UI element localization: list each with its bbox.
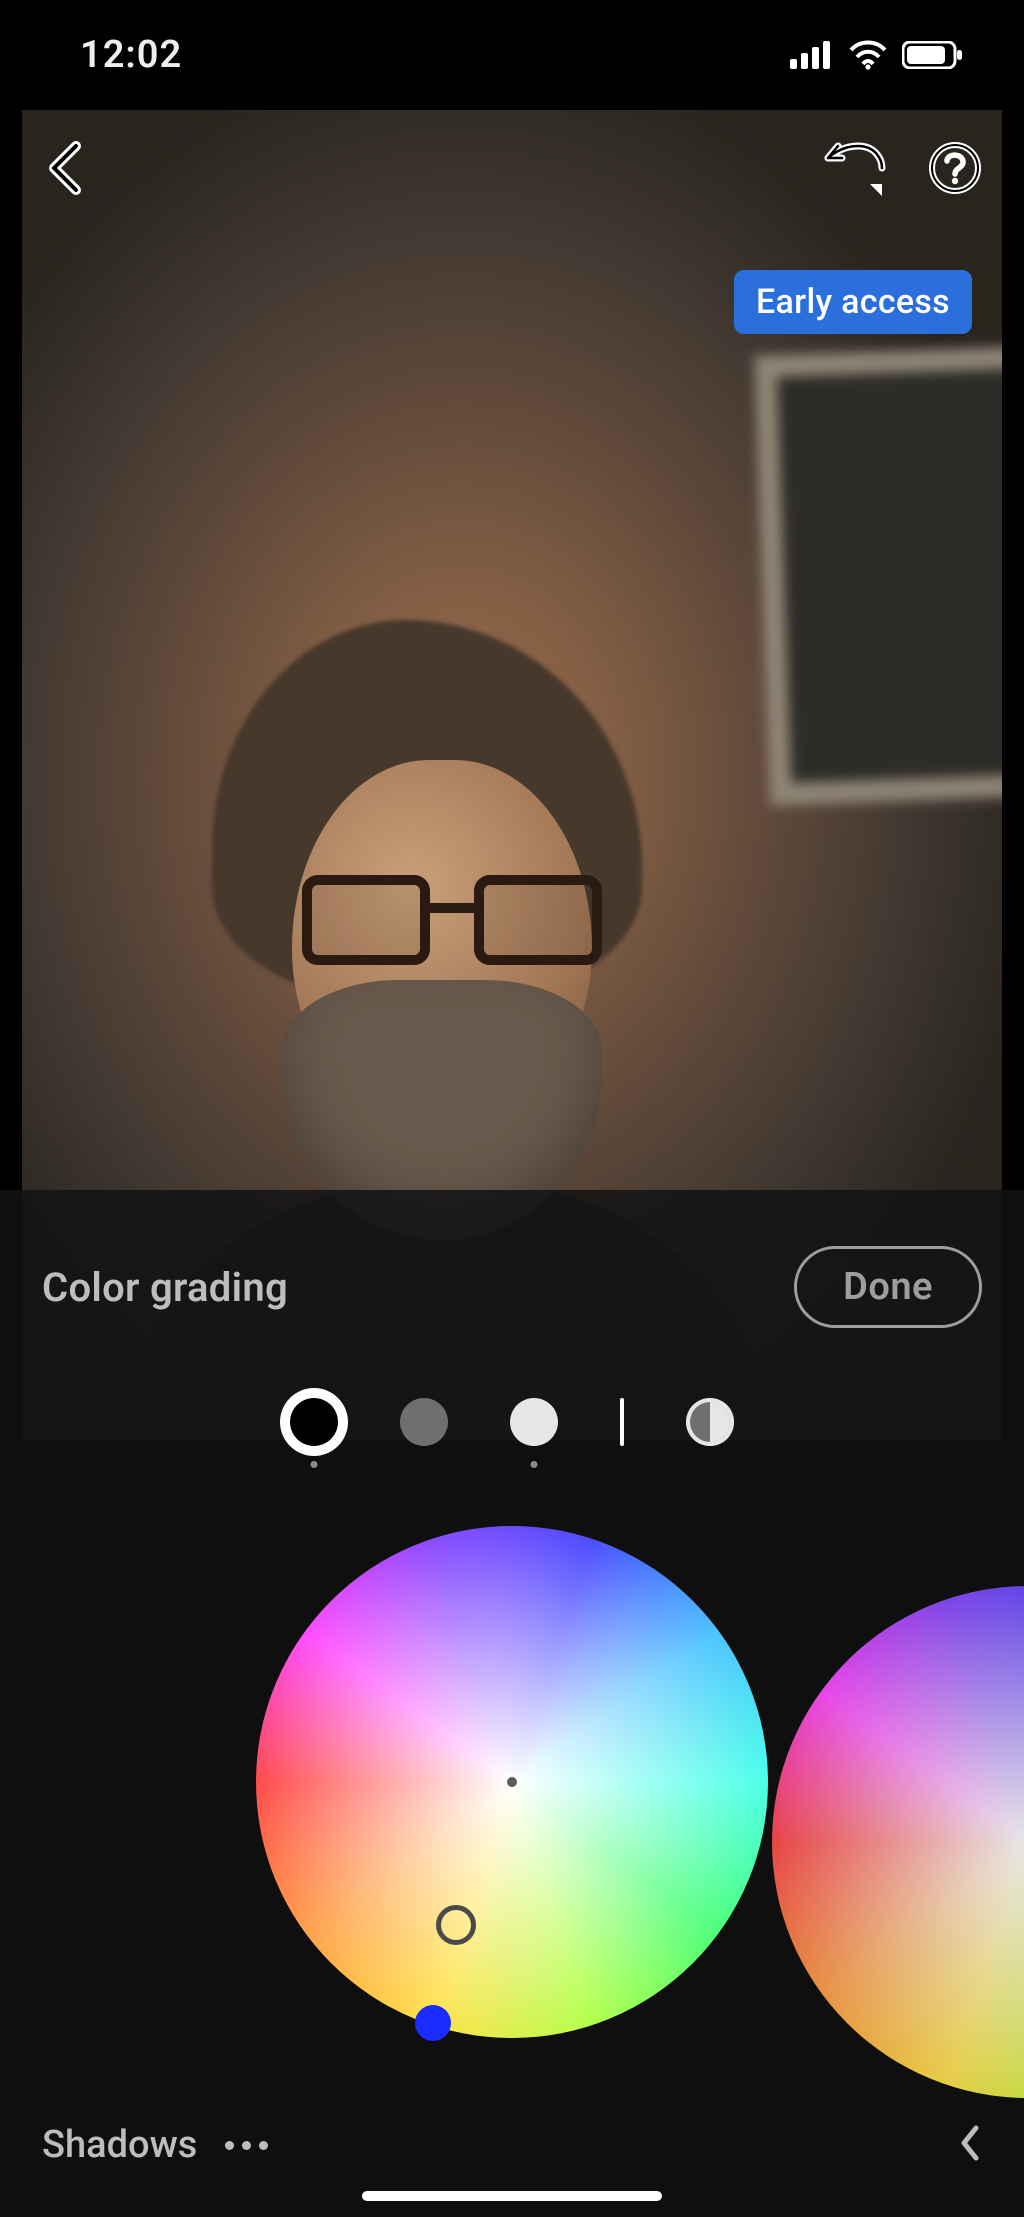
undo-button[interactable] [822, 140, 888, 196]
range-global[interactable] [686, 1398, 734, 1446]
panel-title: Color grading [42, 1264, 288, 1311]
done-button[interactable]: Done [794, 1246, 982, 1328]
status-time: 12:02 [80, 33, 182, 77]
color-picker-handle[interactable] [436, 1905, 476, 1945]
next-color-wheel-peek[interactable] [772, 1586, 1024, 2098]
back-button[interactable] [42, 140, 88, 196]
range-highlights[interactable] [510, 1398, 558, 1446]
status-bar: 12:02 [0, 0, 1024, 110]
hue-indicator[interactable] [415, 2005, 451, 2041]
collapse-button[interactable] [958, 2124, 982, 2166]
color-wheel[interactable] [256, 1526, 768, 2038]
panel-header: Color grading Done [0, 1190, 1024, 1328]
range-divider [620, 1398, 624, 1446]
early-access-badge: Early access [734, 270, 972, 334]
color-grading-panel: Color grading Done Shadows [0, 1190, 1024, 2217]
battery-icon [902, 41, 964, 69]
panel-footer: Shadows [0, 2123, 1024, 2167]
status-indicators [790, 40, 964, 70]
cellular-icon [790, 41, 834, 69]
wheel-center-icon [507, 1777, 517, 1787]
photo-frame-prop [754, 345, 1002, 806]
range-midtones[interactable] [400, 1398, 448, 1446]
color-wheel-area [0, 1526, 1024, 2086]
more-options-button[interactable] [225, 2141, 268, 2150]
range-shadows[interactable] [290, 1398, 338, 1446]
home-indicator[interactable] [362, 2191, 662, 2201]
help-button[interactable] [928, 141, 982, 195]
current-range-label: Shadows [42, 2123, 197, 2167]
wifi-icon [848, 40, 888, 70]
tonal-range-selectors [0, 1398, 1024, 1446]
